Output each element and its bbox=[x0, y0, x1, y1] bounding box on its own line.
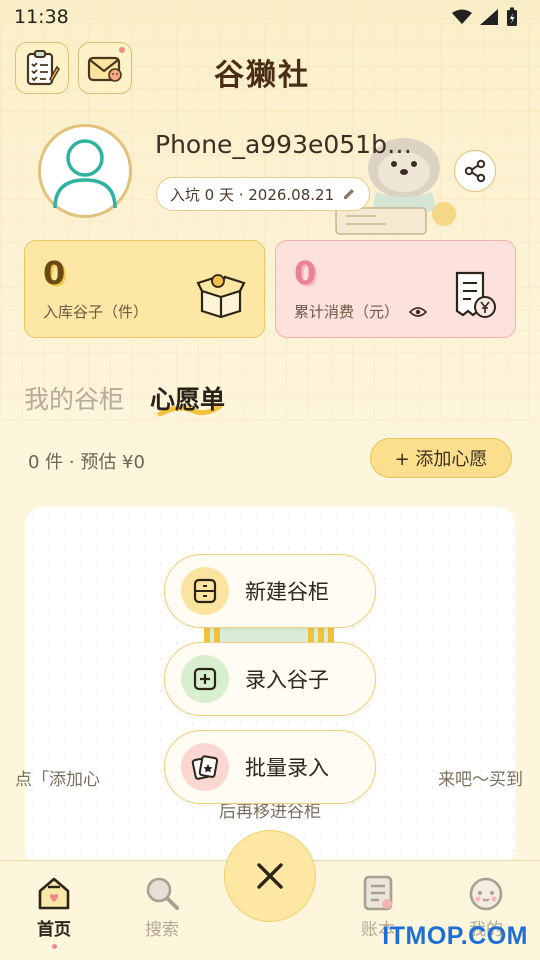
battery-icon bbox=[507, 7, 517, 26]
add-goods-button[interactable]: 录入谷子 bbox=[164, 642, 376, 716]
face-icon bbox=[469, 877, 503, 911]
ledger-icon bbox=[363, 875, 393, 911]
box-icon bbox=[196, 274, 246, 319]
stored-goods-label: 入库谷子（件） bbox=[43, 303, 149, 321]
close-icon bbox=[257, 863, 283, 889]
status-bar: 11:38 bbox=[0, 0, 540, 34]
wishlist-summary: 0 件 · 预估 ¥0 bbox=[28, 452, 145, 473]
join-info-pill[interactable]: 入坑 0 天 · 2026.08.21 bbox=[156, 177, 370, 211]
new-cabinet-label: 新建谷柜 bbox=[245, 580, 329, 604]
join-info-text: 入坑 0 天 · 2026.08.21 bbox=[169, 185, 335, 204]
close-menu-button[interactable] bbox=[224, 830, 316, 922]
home-icon bbox=[38, 877, 70, 910]
batch-add-label: 批量录入 bbox=[245, 756, 329, 780]
empty-text-start: 点「添加心 bbox=[15, 770, 100, 790]
plus-square-icon bbox=[181, 655, 229, 703]
user-icon bbox=[53, 139, 117, 209]
receipt-icon bbox=[455, 271, 496, 318]
share-button[interactable] bbox=[454, 150, 496, 192]
nav-search-label: 搜索 bbox=[145, 920, 179, 940]
avatar[interactable] bbox=[38, 124, 132, 218]
signal-icon bbox=[480, 9, 498, 25]
eye-icon[interactable] bbox=[409, 306, 428, 318]
collection-tabs: 我的谷柜 心愿单 bbox=[24, 380, 226, 417]
nav-home-label: 首页 bbox=[37, 920, 71, 940]
app-logo: 谷獭社 bbox=[214, 58, 310, 93]
checklist-button[interactable] bbox=[15, 42, 69, 94]
add-goods-label: 录入谷子 bbox=[245, 668, 329, 692]
mail-icon bbox=[87, 56, 122, 82]
edit-icon bbox=[344, 189, 355, 199]
nav-home[interactable]: 首页 bbox=[14, 875, 94, 949]
messages-button[interactable] bbox=[78, 42, 132, 94]
share-icon bbox=[464, 159, 486, 183]
wifi-icon bbox=[452, 9, 472, 24]
nav-search[interactable]: 搜索 bbox=[122, 875, 202, 940]
cards-icon bbox=[181, 743, 229, 791]
notification-dot bbox=[119, 47, 125, 53]
batch-add-button[interactable]: 批量录入 bbox=[164, 730, 376, 804]
total-spent-label: 累计消费（元） bbox=[294, 303, 400, 321]
nav-active-dot bbox=[51, 944, 57, 949]
search-icon bbox=[146, 877, 179, 910]
tab-wishlist[interactable]: 心愿单 bbox=[150, 380, 226, 417]
username: Phone_a993e051b8... bbox=[155, 130, 425, 159]
total-spent-card[interactable]: 0 累计消费（元） bbox=[275, 240, 516, 338]
add-wish-button[interactable]: + 添加心愿 bbox=[370, 438, 512, 478]
stored-goods-card[interactable]: 0 入库谷子（件） bbox=[24, 240, 265, 338]
status-time: 11:38 bbox=[14, 6, 69, 28]
checklist-icon bbox=[26, 50, 60, 86]
empty-text-end: 来吧～买到 bbox=[438, 770, 523, 790]
cabinet-icon bbox=[181, 567, 229, 615]
tab-wishlist-label: 心愿单 bbox=[150, 385, 226, 414]
tab-my-cabinet[interactable]: 我的谷柜 bbox=[24, 380, 124, 416]
watermark: ITMOP.COM bbox=[382, 922, 528, 950]
new-cabinet-button[interactable]: 新建谷柜 bbox=[164, 554, 376, 628]
status-icons bbox=[452, 7, 518, 27]
